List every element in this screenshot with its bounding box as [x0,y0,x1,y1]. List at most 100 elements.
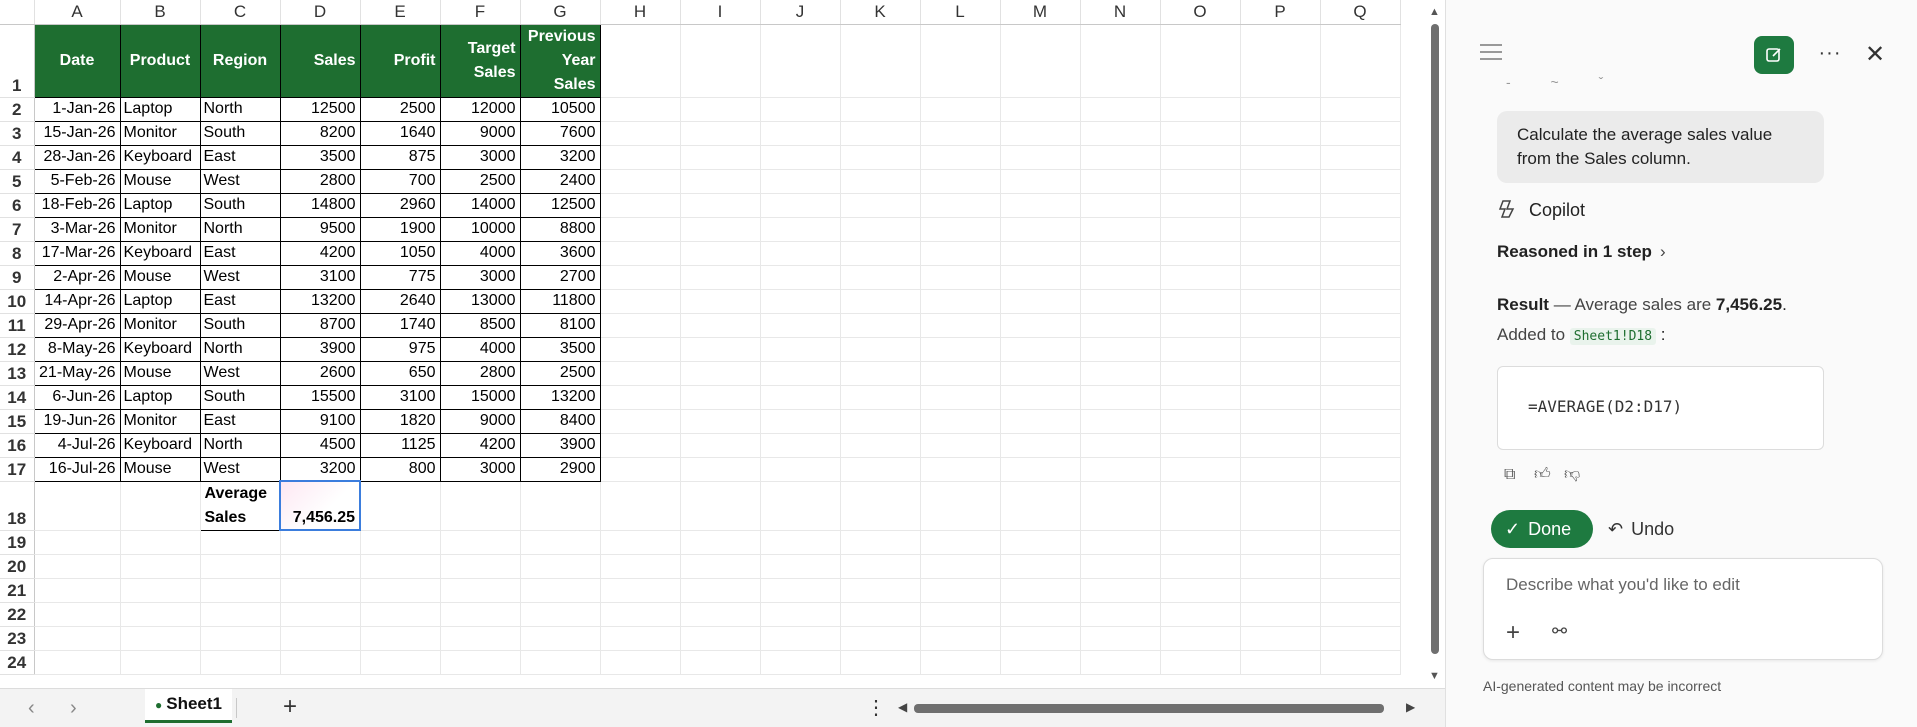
table-cell[interactable] [520,578,601,603]
table-cell[interactable] [200,530,281,555]
table-cell[interactable] [34,602,121,627]
table-cell[interactable] [920,409,1001,434]
table-cell[interactable]: 15000 [439,384,521,410]
table-cell[interactable] [600,241,681,266]
row-header[interactable]: 16 [0,433,35,458]
table-cell[interactable] [1320,385,1401,410]
column-header[interactable]: C [200,0,281,25]
done-button[interactable]: ✓ Done [1491,510,1593,548]
table-cell[interactable]: West [199,264,281,290]
table-cell[interactable] [680,409,761,434]
reasoning-toggle[interactable]: Reasoned in 1 step › [1497,242,1666,262]
table-cell[interactable] [1080,97,1161,122]
table-cell[interactable] [1000,217,1081,242]
table-cell[interactable]: 9500 [279,216,361,242]
table-cell[interactable] [1160,145,1241,170]
table-cell[interactable] [760,24,841,98]
table-cell[interactable] [1240,433,1321,458]
table-cell[interactable]: 9100 [279,408,361,434]
table-cell[interactable]: 7600 [519,120,601,146]
table-cell[interactable] [600,337,681,362]
table-cell[interactable]: 3000 [439,264,521,290]
row-header[interactable]: 13 [0,361,35,386]
table-cell[interactable] [1000,169,1081,194]
table-cell[interactable] [1080,24,1161,98]
table-cell[interactable] [920,265,1001,290]
table-cell[interactable] [840,337,921,362]
table-cell[interactable]: 14-Apr-26 [33,288,121,314]
table-cell[interactable] [680,554,761,579]
table-cell[interactable]: 2500 [439,168,521,194]
table-cell[interactable] [680,361,761,386]
table-cell[interactable] [1000,241,1081,266]
table-cell[interactable]: 18-Feb-26 [33,192,121,218]
table-cell[interactable] [520,554,601,579]
table-cell[interactable] [920,121,1001,146]
table-cell[interactable]: Monitor [119,312,201,338]
table-cell[interactable] [760,361,841,386]
table-cell[interactable] [280,530,361,555]
table-cell[interactable] [760,145,841,170]
table-cell[interactable] [1000,650,1081,675]
table-cell[interactable] [840,313,921,338]
table-cell[interactable] [600,554,681,579]
table-cell[interactable] [1000,530,1081,555]
table-cell[interactable] [760,265,841,290]
table-cell[interactable] [1160,289,1241,314]
table-cell[interactable] [1080,457,1161,482]
table-cell[interactable] [840,169,921,194]
table-cell[interactable] [840,217,921,242]
table-cell[interactable] [840,24,921,98]
table-cell[interactable] [1240,217,1321,242]
table-cell[interactable] [760,121,841,146]
table-cell[interactable] [920,361,1001,386]
table-cell[interactable] [1080,241,1161,266]
column-header[interactable]: L [920,0,1001,25]
table-cell[interactable] [1320,265,1401,290]
table-cell[interactable] [1240,121,1321,146]
table-cell[interactable] [600,385,681,410]
column-header[interactable]: N [1080,0,1161,25]
table-cell[interactable] [680,433,761,458]
table-cell[interactable] [680,530,761,555]
table-cell[interactable] [840,241,921,266]
table-cell[interactable] [760,409,841,434]
column-header[interactable]: H [600,0,681,25]
table-cell[interactable]: 4000 [439,240,521,266]
table-cell[interactable] [440,554,521,579]
table-cell[interactable]: 2500 [359,96,441,122]
table-cell[interactable] [1000,289,1081,314]
table-cell[interactable]: Mouse [119,456,201,482]
table-cell[interactable] [120,602,201,627]
table-cell[interactable] [120,481,201,531]
table-cell[interactable] [760,650,841,675]
column-header[interactable]: D [280,0,361,25]
table-cell[interactable] [1240,457,1321,482]
table-cell[interactable] [280,626,361,651]
scroll-down-icon[interactable]: ▼ [1429,670,1440,682]
table-cell[interactable] [1080,602,1161,627]
copy-icon[interactable]: ⧉ [1504,466,1534,484]
table-cell[interactable] [360,578,441,603]
table-cell[interactable] [1240,481,1321,531]
table-cell[interactable]: 12500 [279,96,361,122]
table-cell[interactable] [760,530,841,555]
table-cell[interactable] [760,241,841,266]
table-cell[interactable] [600,145,681,170]
table-cell[interactable]: West [199,168,281,194]
row-header[interactable]: 12 [0,337,35,362]
table-cell[interactable] [600,650,681,675]
table-cell[interactable] [680,602,761,627]
row-header[interactable]: 4 [0,145,35,170]
table-cell[interactable] [1240,337,1321,362]
table-cell[interactable] [680,24,761,98]
table-cell[interactable]: 2500 [519,360,601,386]
table-cell[interactable] [1160,481,1241,531]
table-cell[interactable] [840,650,921,675]
average-label-cell[interactable]: Average Sales [199,480,281,531]
table-cell[interactable] [920,385,1001,410]
table-cell[interactable]: 28-Jan-26 [33,144,121,170]
table-cell[interactable] [1000,554,1081,579]
table-cell[interactable]: 15-Jan-26 [33,120,121,146]
table-cell[interactable] [680,169,761,194]
